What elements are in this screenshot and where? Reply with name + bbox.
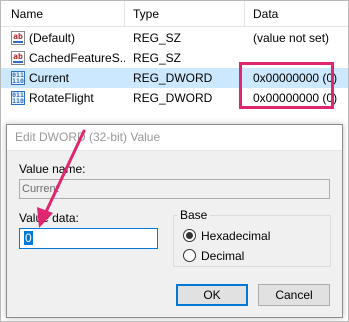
hexadecimal-radio[interactable] (183, 229, 196, 242)
value-name: RotateFlight (29, 91, 94, 105)
decimal-radio[interactable] (183, 249, 196, 262)
column-header-type[interactable]: Type (125, 1, 245, 27)
value-name: CachedFeatureS... (29, 51, 125, 65)
column-header-name[interactable]: Name (1, 1, 125, 27)
binary-value-icon: 011 110 (11, 71, 25, 85)
ok-button[interactable]: OK (176, 284, 248, 306)
radio-selected-dot (186, 232, 193, 239)
value-name: (Default) (29, 31, 76, 45)
value-data-label: Value data: (19, 211, 79, 225)
value-data: (value not set) (253, 31, 330, 45)
value-data (253, 48, 348, 68)
dialog-title: Edit DWORD (32-bit) Value (15, 130, 161, 144)
cancel-button[interactable]: Cancel (258, 284, 330, 306)
binary-value-icon: 011 110 (11, 91, 25, 105)
value-type: REG_SZ (133, 31, 182, 45)
registry-row-default[interactable]: ab (Default) REG_SZ (value not set) (1, 28, 348, 48)
registry-row-current[interactable]: 011 110 Current REG_DWORD 0x00000000 (0) (1, 68, 348, 88)
decimal-label[interactable]: Decimal (201, 249, 244, 263)
column-header-data[interactable]: Data (245, 1, 348, 27)
value-data-text: 0 (24, 231, 33, 245)
value-name: Current (29, 71, 70, 85)
base-label: Base (177, 208, 211, 222)
string-value-icon: ab (11, 31, 25, 45)
value-name-label: Value name: (19, 162, 86, 176)
value-data: 0x00000000 (0) (253, 71, 338, 85)
value-data-input[interactable]: 0 (19, 228, 158, 249)
dialog-titlebar[interactable]: Edit DWORD (32-bit) Value (7, 125, 342, 151)
value-name-field: Current (19, 179, 330, 199)
value-type: REG_DWORD (133, 71, 213, 85)
hexadecimal-label[interactable]: Hexadecimal (201, 229, 270, 243)
registry-row-cachedfeature[interactable]: ab CachedFeatureS... REG_SZ (1, 48, 348, 68)
list-header: Name Type Data (1, 1, 348, 27)
registry-row-rotateflight[interactable]: 011 110 RotateFlight REG_DWORD 0x00000000… (1, 88, 348, 108)
value-type: REG_DWORD (133, 91, 213, 105)
value-type: REG_SZ (133, 51, 182, 65)
value-data: 0x00000000 (0) (253, 91, 338, 105)
edit-dword-dialog: Edit DWORD (32-bit) Value Value name: Cu… (6, 124, 343, 318)
string-value-icon: ab (11, 51, 25, 65)
